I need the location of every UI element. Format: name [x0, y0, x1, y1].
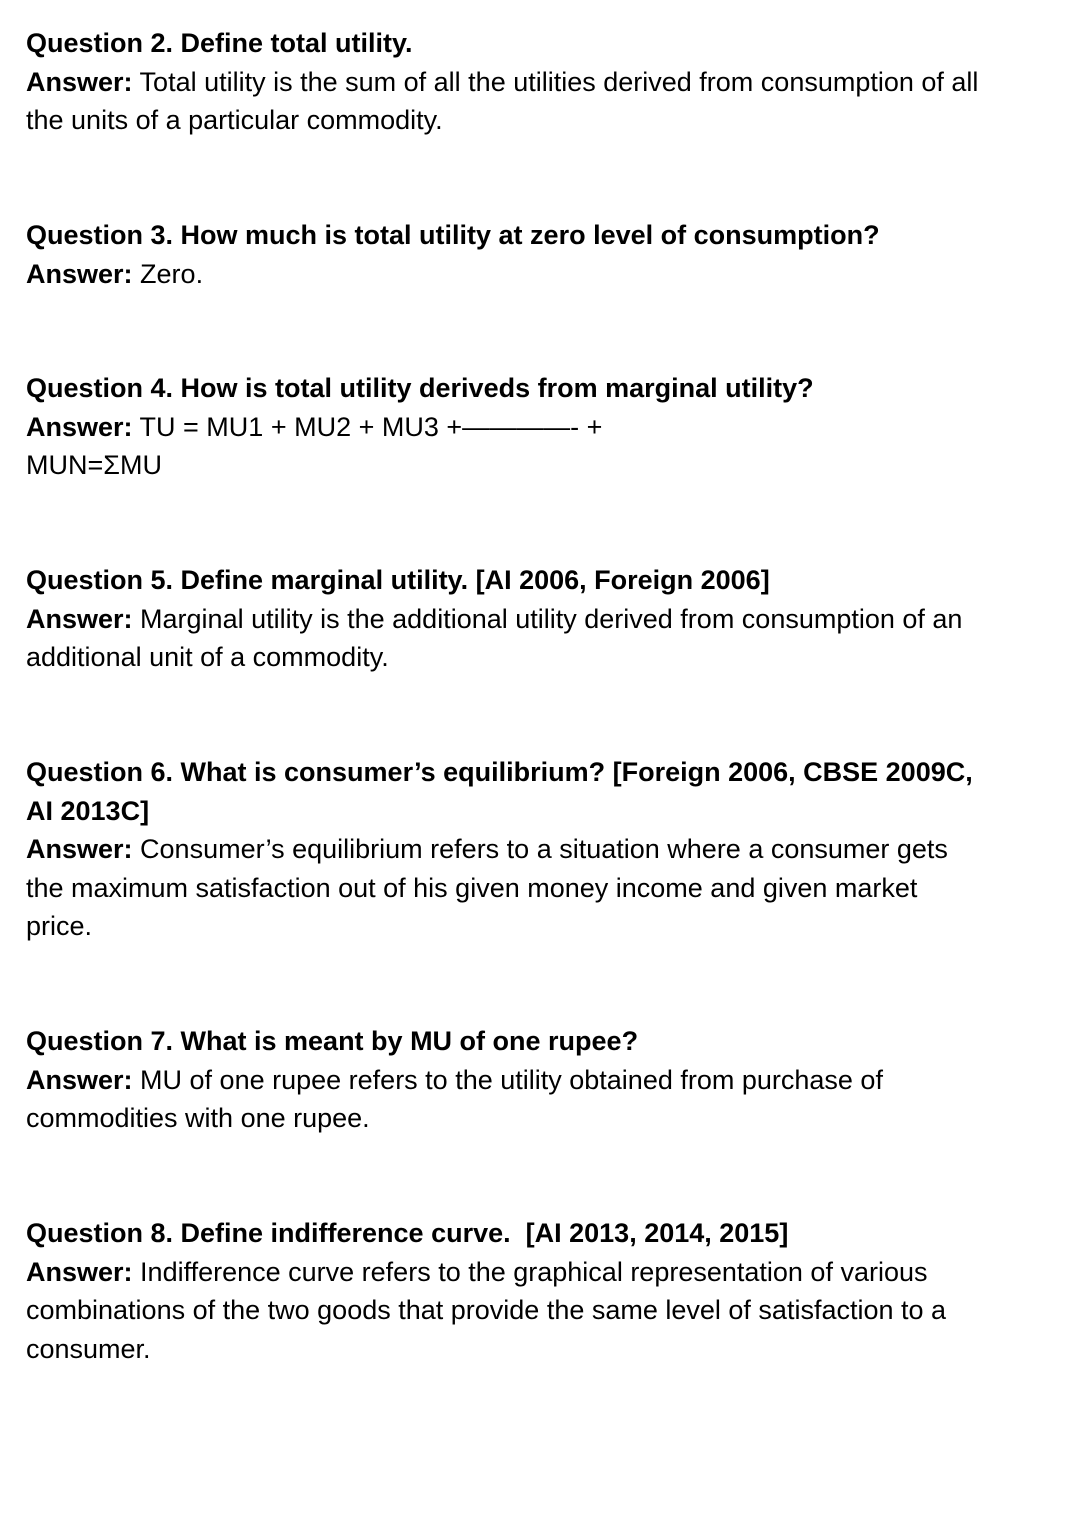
answer-label: Answer: — [26, 1064, 133, 1095]
answer-line-text: Consumer’s equilibrium refers to a situa… — [140, 834, 948, 864]
answer-label: Answer: — [26, 411, 133, 442]
qa-block-q6: Question 6. What is consumer’s equilibri… — [26, 753, 1061, 946]
answer-text: Answer: Consumer’s equilibrium refers to… — [26, 830, 1061, 946]
question-line: Question 6. What is consumer’s equilibri… — [26, 757, 973, 787]
answer-line: price. — [26, 911, 93, 941]
answer-text: Answer: Marginal utility is the addition… — [26, 600, 1061, 677]
answer-line: MUN=ΣMU — [26, 450, 162, 480]
answer-label: Answer: — [26, 603, 133, 634]
question-line: AI 2013C] — [26, 795, 150, 826]
answer-line: Answer: Zero. — [26, 255, 1061, 294]
answer-label: Answer: — [26, 66, 133, 97]
qa-block-q4: Question 4. How is total utility derived… — [26, 369, 1061, 485]
answer-line: additional unit of a commodity. — [26, 642, 389, 672]
answer-label: Answer: — [26, 1256, 133, 1287]
answer-label: Answer: — [26, 258, 133, 289]
answer-line: consumer. — [26, 1333, 151, 1364]
answer-line-text: MU of one rupee refers to the utility ob… — [140, 1064, 883, 1095]
answer-line: commodities with one rupee. — [26, 1103, 370, 1133]
question-text: Question 5. Define marginal utility. [AI… — [26, 565, 770, 595]
answer-line-text: TU = MU1 + MU2 + MU3 +————- + — [139, 411, 603, 442]
answer-line: the units of a particular commodity. — [26, 105, 443, 135]
answer-line-text: Zero. — [140, 258, 204, 289]
question-text: Question 4. How is total utility derived… — [26, 373, 814, 403]
qa-block-q3: Question 3. How much is total utility at… — [26, 216, 1061, 293]
answer-line: the maximum satisfaction out of his give… — [26, 872, 918, 903]
answer-text: Answer: TU = MU1 + MU2 + MU3 +————- + MU… — [26, 408, 1061, 485]
answer-line: Answer: Total utility is the sum of all … — [26, 63, 1061, 102]
question-text: Question 3. How much is total utility at… — [26, 220, 880, 250]
answer-text: Answer: Total utility is the sum of all … — [26, 63, 1061, 140]
answer-line-text: Marginal utility is the additional utili… — [140, 603, 963, 634]
answer-text: Answer: MU of one rupee refers to the ut… — [26, 1061, 1061, 1138]
answer-line: Answer: Marginal utility is the addition… — [26, 600, 1061, 639]
answer-label: Answer: — [26, 834, 133, 864]
question-text: Question 2. Define total utility. — [26, 28, 413, 58]
answer-text: Answer: Zero. — [26, 255, 1061, 294]
question-text: Question 8. Define indifference curve. [… — [26, 1218, 789, 1248]
qa-block-q7: Question 7. What is meant by MU of one r… — [26, 1022, 1061, 1138]
qa-block-q8: Question 8. Define indifference curve. [… — [26, 1214, 1061, 1368]
question-text: Question 7. What is meant by MU of one r… — [26, 1026, 639, 1056]
answer-line-text: Total utility is the sum of all the util… — [139, 66, 979, 97]
answer-line-text: Indifference curve refers to the graphic… — [140, 1256, 928, 1287]
answer-line: combinations of the two goods that provi… — [26, 1295, 947, 1325]
answer-line: Answer: Consumer’s equilibrium refers to… — [26, 830, 1061, 869]
qa-block-q2: Question 2. Define total utility. Answer… — [26, 24, 1061, 140]
answer-line: Answer: Indifference curve refers to the… — [26, 1253, 1061, 1292]
answer-line: Answer: TU = MU1 + MU2 + MU3 +————- + — [26, 408, 1061, 447]
question-text: Question 6. What is consumer’s equilibri… — [26, 753, 1061, 830]
answer-line: Answer: MU of one rupee refers to the ut… — [26, 1061, 1061, 1100]
answer-text: Answer: Indifference curve refers to the… — [26, 1253, 1061, 1369]
qa-block-q5: Question 5. Define marginal utility. [AI… — [26, 561, 1061, 677]
document-page: Question 2. Define total utility. Answer… — [0, 0, 1080, 1527]
